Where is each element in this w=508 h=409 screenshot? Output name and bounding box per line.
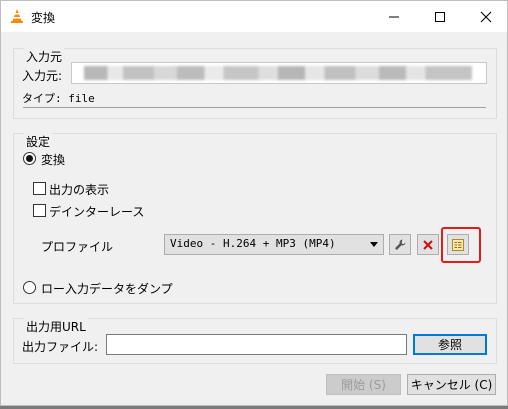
source-field-label: 入力元: xyxy=(22,69,63,83)
delete-x-icon xyxy=(423,239,433,250)
settings-group-title: 設定 xyxy=(24,133,53,150)
highlight-annotation xyxy=(441,227,481,263)
window-title: 変換 xyxy=(31,11,56,25)
maximize-button[interactable] xyxy=(417,1,463,32)
profile-select[interactable]: Video - H.264 + MP3 (MP4) xyxy=(164,234,384,255)
deinterlace-checkbox[interactable] xyxy=(33,204,46,217)
show-output-label[interactable]: 出力の表示 xyxy=(49,181,109,198)
dump-raw-radio[interactable] xyxy=(23,281,36,294)
browse-button[interactable]: 参照 xyxy=(413,334,487,355)
edit-profile-button[interactable] xyxy=(389,234,411,255)
show-output-checkbox[interactable] xyxy=(33,182,46,195)
output-file-input[interactable] xyxy=(106,334,407,355)
output-file-label: 出力ファイル: xyxy=(22,340,99,354)
profile-label: プロファイル xyxy=(41,240,114,254)
redacted-path xyxy=(84,66,472,80)
source-path-field[interactable] xyxy=(71,62,487,84)
close-icon xyxy=(480,11,492,22)
convert-dialog: 変換 入力元 入力元: タイプ: file 設定 変換 出力の表示 デインターレ… xyxy=(0,0,508,406)
destination-group-title: 出力用URL xyxy=(24,318,88,335)
chevron-down-icon xyxy=(370,242,378,247)
source-group-title: 入力元 xyxy=(24,48,65,65)
dump-raw-label[interactable]: ロー入力データをダンプ xyxy=(41,280,173,297)
title-bar: 変換 xyxy=(1,1,507,32)
maximize-icon xyxy=(435,11,445,22)
source-type-label: タイプ: file xyxy=(22,92,95,105)
wrench-icon xyxy=(395,239,406,250)
convert-radio[interactable] xyxy=(23,152,36,165)
convert-radio-label[interactable]: 変換 xyxy=(41,151,65,168)
deinterlace-label[interactable]: デインターレース xyxy=(49,203,144,220)
source-divider xyxy=(23,107,486,108)
vlc-cone-icon xyxy=(11,9,23,23)
profile-select-value: Video - H.264 + MP3 (MP4) xyxy=(170,237,336,250)
close-button[interactable] xyxy=(463,1,508,32)
minimize-button[interactable] xyxy=(371,1,417,32)
minimize-icon xyxy=(389,16,399,17)
start-button[interactable]: 開始 (S) xyxy=(326,374,401,395)
delete-profile-button[interactable] xyxy=(417,234,439,255)
cancel-button[interactable]: キャンセル (C) xyxy=(407,374,496,395)
